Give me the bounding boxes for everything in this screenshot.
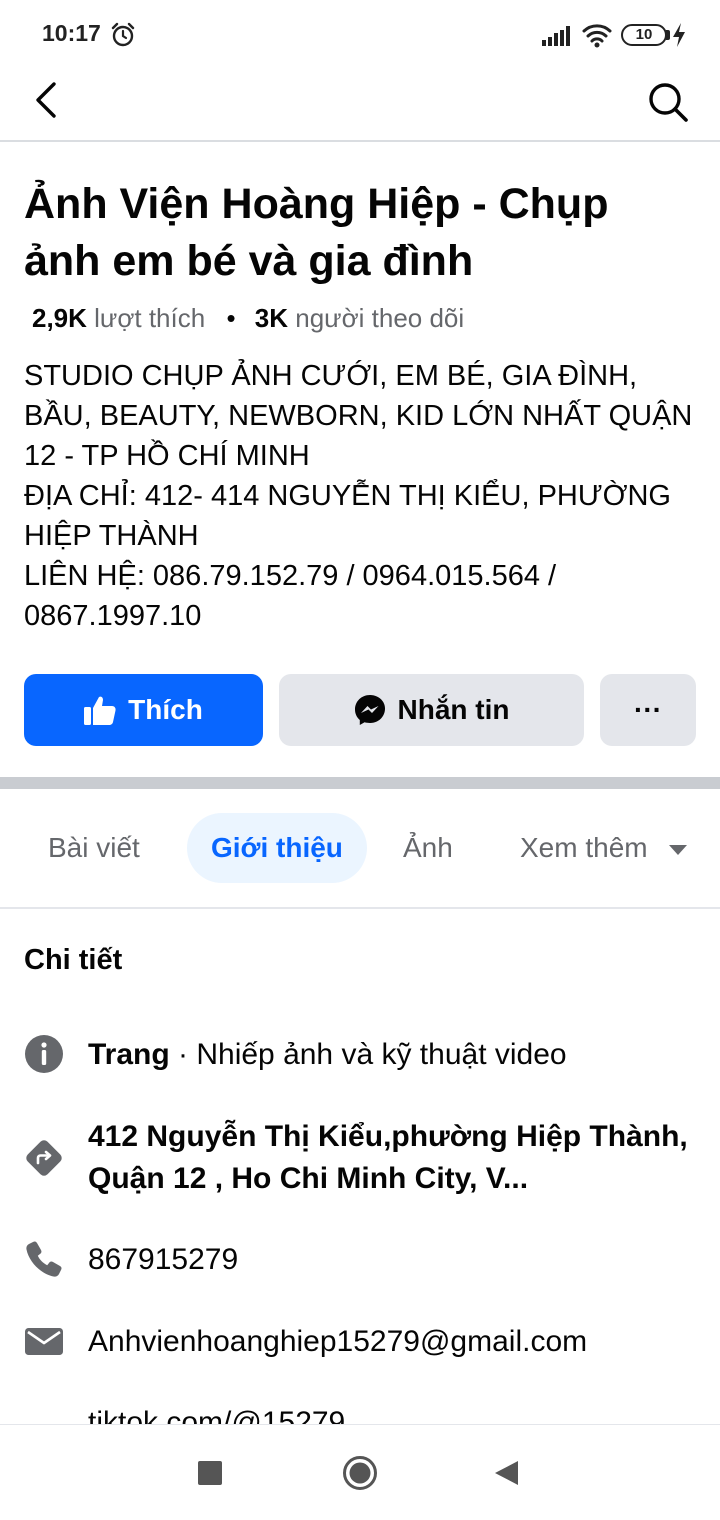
- tab-see-more[interactable]: Xem thêm: [520, 813, 688, 883]
- phone-text: 867915279: [88, 1243, 239, 1276]
- status-time: 10:17: [42, 20, 101, 46]
- page-tabs: Bài viết Giới thiệu Ảnh Xem thêm: [0, 789, 720, 909]
- page-stats: 2,9K lượt thích • 3K người theo dõi: [32, 303, 464, 334]
- section-divider: [0, 777, 720, 789]
- system-nav-bar: [0, 1424, 720, 1520]
- directions-icon: [26, 1140, 62, 1176]
- category-label: Trang: [88, 1038, 170, 1071]
- nav-bar: [0, 70, 720, 142]
- status-bar: 10:17 10: [0, 0, 720, 70]
- stats-separator: •: [226, 303, 236, 333]
- tab-photos[interactable]: Ảnh: [403, 813, 453, 883]
- address-text: 412 Nguyễn Thị Kiểu,phường Hiệp Thành, Q…: [88, 1120, 688, 1195]
- home-button[interactable]: [342, 1455, 378, 1491]
- phone-icon: [26, 1241, 62, 1277]
- category-value: · Nhiếp ảnh và kỹ thuật video: [169, 1038, 567, 1071]
- system-back-button[interactable]: [492, 1459, 520, 1487]
- thumbs-up-icon: [84, 696, 116, 725]
- likes-count: 2,9K: [32, 303, 87, 333]
- page-description: STUDIO CHỤP ẢNH CƯỚI, EM BÉ, GIA ĐÌNH, B…: [24, 360, 693, 632]
- recents-button[interactable]: [198, 1461, 222, 1485]
- message-label: Nhắn tin: [397, 694, 510, 725]
- message-button[interactable]: Nhắn tin: [279, 674, 584, 746]
- email-icon: [25, 1328, 63, 1355]
- more-options-button[interactable]: ···: [600, 674, 696, 746]
- chevron-left-icon[interactable]: [26, 78, 70, 122]
- messenger-icon: [354, 695, 385, 725]
- likes-label: lượt thích: [94, 303, 206, 333]
- page-title: Ảnh Viện Hoàng Hiệp - Chụp ảnh em bé và …: [24, 180, 609, 285]
- alarm-icon: [111, 22, 135, 47]
- like-label: Thích: [128, 694, 203, 725]
- tab-about[interactable]: Giới thiệu: [187, 813, 367, 883]
- more-icon: ···: [634, 694, 662, 725]
- info-icon: [25, 1035, 63, 1073]
- caret-down-icon: [669, 844, 688, 855]
- like-button[interactable]: Thích: [24, 674, 263, 746]
- tab-posts[interactable]: Bài viết: [48, 813, 140, 883]
- wifi-icon: [582, 24, 612, 48]
- battery-tip: [666, 30, 670, 40]
- charging-bolt-icon: [673, 23, 685, 47]
- tab-see-more-label: Xem thêm: [520, 832, 648, 863]
- email-text: Anhvienhoanghiep15279@gmail.com: [88, 1325, 588, 1358]
- followers-label: người theo dõi: [295, 303, 465, 333]
- details-heading: Chi tiết: [24, 944, 123, 976]
- followers-count: 3K: [254, 303, 289, 333]
- search-icon[interactable]: [644, 78, 692, 126]
- signal-icon: [542, 26, 570, 46]
- battery-icon: 10: [621, 24, 667, 46]
